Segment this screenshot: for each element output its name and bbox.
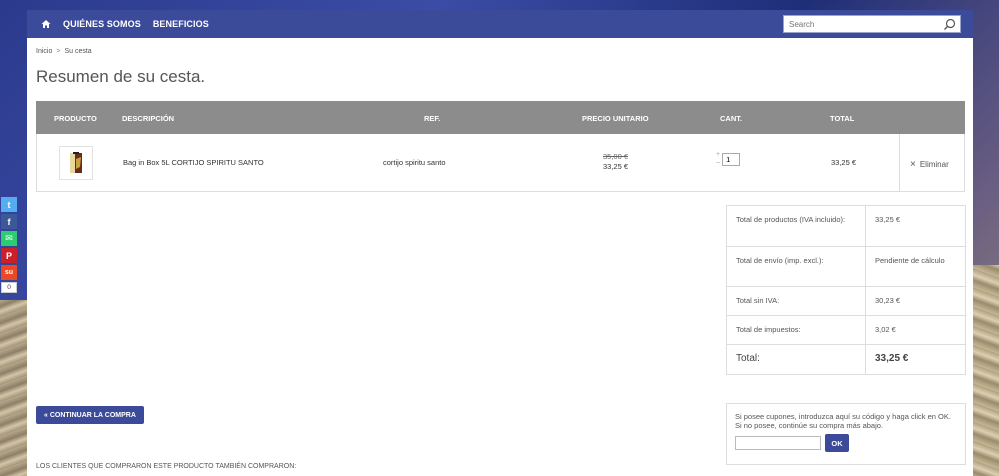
row-divider xyxy=(899,134,900,191)
facebook-icon[interactable]: f xyxy=(1,214,17,229)
breadcrumb-separator: > xyxy=(56,48,61,55)
home-icon[interactable] xyxy=(41,19,51,29)
totals-label: Total de impuestos: xyxy=(727,316,866,344)
nav-link-beneficios[interactable]: BENEFICIOS xyxy=(153,19,209,29)
current-price: 33,25 € xyxy=(603,162,629,171)
totals-value: Pendiente de cálculo xyxy=(875,256,945,265)
coupon-box: Si posee cupones, introduzca aquí su cód… xyxy=(726,403,966,465)
search-icon[interactable] xyxy=(943,18,956,31)
totals-row-shipping: Total de envío (imp. excl.): Pendiente d… xyxy=(727,247,965,287)
close-icon: × xyxy=(910,159,916,170)
breadcrumb: Inicio > Su cesta xyxy=(36,48,92,55)
remove-label: Eliminar xyxy=(919,160,949,169)
breadcrumb-home[interactable]: Inicio xyxy=(36,48,52,55)
totals-row-taxes: Total de impuestos: 3,02 € xyxy=(727,316,965,345)
header-description: DESCRIPCIÓN xyxy=(122,114,175,123)
grand-total-value: 33,25 € xyxy=(875,353,909,364)
quantity-stepper: + – xyxy=(716,151,741,167)
quantity-input[interactable] xyxy=(722,152,741,166)
search-box xyxy=(783,15,961,33)
pinterest-icon[interactable]: P xyxy=(1,248,17,263)
header-ref: REF. xyxy=(424,114,441,123)
nav-link-quienes-somos[interactable]: QUIÉNES SOMOS xyxy=(63,19,141,29)
page-container: QUIÉNES SOMOS BENEFICIOS Inicio >Su cesta… xyxy=(27,10,973,476)
twitter-icon[interactable]: t xyxy=(1,197,17,212)
coupon-input[interactable] xyxy=(735,436,821,450)
also-bought-heading: LOS CLIENTES QUE COMPRARON ESTE PRODUCTO… xyxy=(36,463,297,470)
table-row: Bag in Box 5L CORTIJO SPIRITU SANTO cort… xyxy=(36,134,965,192)
totals-value: 30,23 € xyxy=(875,296,901,305)
grand-total-label: Total: xyxy=(727,345,866,374)
totals-label: Total sin IVA: xyxy=(727,287,866,315)
stumbleupon-icon[interactable]: su xyxy=(1,265,17,280)
top-navigation: QUIÉNES SOMOS BENEFICIOS xyxy=(27,10,973,38)
coupon-instructions: Si posee cupones, introduzca aquí su cód… xyxy=(735,412,951,430)
header-total: TOTAL xyxy=(830,114,855,123)
totals-value: 3,02 € xyxy=(875,325,896,334)
qty-increase-icon[interactable]: + xyxy=(716,151,720,159)
continue-shopping-button[interactable]: « CONTINUAR LA COMPRA xyxy=(36,406,144,424)
header-qty: CANT. xyxy=(720,114,743,123)
totals-table: Total de productos (IVA incluido): 33,25… xyxy=(726,205,966,375)
old-price: 35,00 € xyxy=(603,152,629,161)
totals-row-products: Total de productos (IVA incluido): 33,25… xyxy=(727,206,965,247)
product-thumbnail[interactable] xyxy=(59,146,93,180)
page-title: Resumen de su cesta. xyxy=(36,67,206,86)
row-total: 33,25 € xyxy=(831,158,857,167)
search-input[interactable] xyxy=(784,19,934,29)
email-icon[interactable]: ✉ xyxy=(1,231,17,246)
header-unit-price: PRECIO UNITARIO xyxy=(582,114,649,123)
cart-table-header: PRODUCTO DESCRIPCIÓN REF. PRECIO UNITARI… xyxy=(36,101,965,134)
social-share-bar: t f ✉ P su 0 xyxy=(1,197,17,293)
totals-label: Total de envío (imp. excl.): xyxy=(727,247,866,286)
unit-price: 35,00 € 33,25 € xyxy=(603,152,628,172)
totals-row-grand-total: Total: 33,25 € xyxy=(727,345,965,374)
totals-row-no-tax: Total sin IVA: 30,23 € xyxy=(727,287,965,316)
totals-label: Total de productos (IVA incluido): xyxy=(727,206,866,246)
coupon-ok-button[interactable]: OK xyxy=(825,434,849,452)
qty-decrease-icon[interactable]: – xyxy=(716,159,720,167)
cart-table: PRODUCTO DESCRIPCIÓN REF. PRECIO UNITARI… xyxy=(36,101,965,192)
breadcrumb-current: Su cesta xyxy=(64,48,92,55)
share-count: 0 xyxy=(1,282,17,293)
remove-button[interactable]: × Eliminar xyxy=(910,159,949,170)
header-product: PRODUCTO xyxy=(54,114,97,123)
product-ref: cortijo spiritu santo xyxy=(383,158,446,167)
totals-value: 33,25 € xyxy=(875,215,901,224)
product-description[interactable]: Bag in Box 5L CORTIJO SPIRITU SANTO xyxy=(123,158,264,167)
